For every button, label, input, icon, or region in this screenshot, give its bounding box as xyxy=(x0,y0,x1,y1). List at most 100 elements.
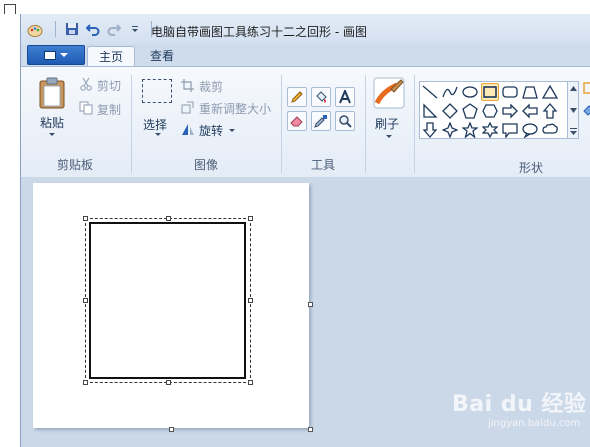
ribbon: 粘贴 剪切 复制 剪贴板 选择 裁剪 重新调整大小 旋转 图像 工具 刷子 形状 xyxy=(21,66,590,178)
diamond-shape[interactable] xyxy=(441,102,459,120)
brushes-button[interactable]: 刷子 xyxy=(369,75,409,149)
tools-group-label: 工具 xyxy=(310,158,335,172)
customize-qat-button[interactable] xyxy=(126,20,144,38)
outline-button[interactable] xyxy=(583,81,590,95)
tools-group: 工具 xyxy=(283,67,363,177)
right-triangle-icon xyxy=(423,103,438,118)
paste-button[interactable]: 粘贴 xyxy=(29,75,73,139)
cut-label: 剪切 xyxy=(97,79,122,93)
rectangle-shape[interactable] xyxy=(481,83,499,101)
file-menu-button[interactable] xyxy=(27,45,85,65)
scroll-up-icon[interactable] xyxy=(570,86,577,91)
resize-button[interactable]: 重新调整大小 xyxy=(181,99,277,117)
paint-app-icon[interactable] xyxy=(27,22,43,38)
selection-handle[interactable] xyxy=(166,380,171,385)
five-point-star-icon xyxy=(462,122,478,138)
eraser-tool-button[interactable] xyxy=(287,111,307,131)
magnifier-button[interactable] xyxy=(335,111,355,131)
polygon-shape[interactable] xyxy=(521,83,539,101)
up-arrow-shape[interactable] xyxy=(541,102,559,120)
right-arrow-icon xyxy=(502,103,518,119)
oval-callout-shape[interactable] xyxy=(521,121,539,139)
selection-handle[interactable] xyxy=(166,216,171,221)
select-icon xyxy=(142,79,172,103)
copy-icon xyxy=(79,101,93,115)
fill-tool-button[interactable] xyxy=(311,87,331,107)
four-point-star-icon xyxy=(442,122,458,138)
pencil-tool-button[interactable] xyxy=(287,87,307,107)
down-arrow-shape[interactable] xyxy=(421,121,439,139)
five-point-star-shape[interactable] xyxy=(461,121,479,139)
undo-icon xyxy=(86,24,100,36)
select-label: 选择 xyxy=(143,118,168,132)
left-arrow-shape[interactable] xyxy=(521,102,539,120)
canvas-resize-handle-right[interactable] xyxy=(308,302,313,307)
six-point-star-shape[interactable] xyxy=(481,121,499,139)
chevron-down-icon xyxy=(386,135,392,138)
left-arrow-icon xyxy=(522,103,538,119)
canvas-resize-handle-corner[interactable] xyxy=(308,427,313,432)
group-divider xyxy=(365,75,366,173)
copy-button[interactable]: 复制 xyxy=(79,99,127,117)
oval-callout-icon xyxy=(522,123,538,138)
rounded-rectangle-shape[interactable] xyxy=(501,83,519,101)
chevron-down-icon xyxy=(132,26,138,32)
down-arrow-icon xyxy=(422,122,438,138)
curve-shape[interactable] xyxy=(441,83,459,101)
brushes-label: 刷子 xyxy=(375,117,400,131)
tab-home[interactable]: 主页 xyxy=(87,46,135,67)
canvas-resize-handle-bottom[interactable] xyxy=(169,427,174,432)
drawing-canvas[interactable] xyxy=(33,183,309,428)
pencil-icon xyxy=(291,91,303,103)
color-picker-button[interactable] xyxy=(311,111,331,131)
six-point-star-icon xyxy=(482,122,498,138)
shapes-scrollbar[interactable] xyxy=(567,81,579,139)
cloud-callout-icon xyxy=(542,123,558,134)
copy-label: 复制 xyxy=(97,103,122,117)
tab-view[interactable]: 查看 xyxy=(139,46,185,66)
crop-button[interactable]: 裁剪 xyxy=(181,77,277,95)
selection-handle[interactable] xyxy=(83,298,88,303)
rect-callout-shape[interactable] xyxy=(501,121,519,139)
image-group-label: 图像 xyxy=(193,158,218,172)
right-arrow-shape[interactable] xyxy=(501,102,519,120)
more-shapes-icon[interactable] xyxy=(570,128,577,135)
redo-button[interactable] xyxy=(105,20,123,38)
fill-button[interactable] xyxy=(583,103,590,117)
rotate-icon xyxy=(182,124,194,135)
line-icon xyxy=(422,85,438,99)
oval-shape[interactable] xyxy=(461,83,479,101)
selection-handle[interactable] xyxy=(248,216,253,221)
line-shape[interactable] xyxy=(421,83,439,101)
scroll-down-icon[interactable] xyxy=(570,108,577,113)
hexagon-shape[interactable] xyxy=(481,102,499,120)
rotate-button[interactable]: 旋转 xyxy=(181,121,277,139)
select-button[interactable]: 选择 xyxy=(139,77,175,141)
right-triangle-shape[interactable] xyxy=(421,102,439,120)
pentagon-shape[interactable] xyxy=(461,102,479,120)
save-button[interactable] xyxy=(63,20,81,38)
text-tool-button[interactable] xyxy=(335,87,355,107)
selection-handle[interactable] xyxy=(248,380,253,385)
resize-label: 重新调整大小 xyxy=(199,102,272,116)
scissors-icon xyxy=(80,77,92,91)
fill-bucket-icon xyxy=(583,105,590,116)
cloud-callout-shape[interactable] xyxy=(541,121,559,139)
background-checkbox xyxy=(4,4,16,14)
brushes-group: 刷子 xyxy=(367,67,411,177)
fill-icon xyxy=(316,91,327,103)
rounded-rectangle-icon xyxy=(502,86,518,98)
save-icon xyxy=(66,23,78,35)
four-point-star-shape[interactable] xyxy=(441,121,459,139)
selection-handle[interactable] xyxy=(83,216,88,221)
redo-icon xyxy=(107,24,121,36)
triangle-shape[interactable] xyxy=(541,83,559,101)
hexagon-icon xyxy=(482,104,498,118)
selection-handle[interactable] xyxy=(83,380,88,385)
cut-button[interactable]: 剪切 xyxy=(79,75,127,93)
brush-icon xyxy=(373,77,405,109)
file-menu-icon xyxy=(44,50,56,60)
selection-handle[interactable] xyxy=(248,298,253,303)
undo-button[interactable] xyxy=(84,20,102,38)
oval-icon xyxy=(462,86,478,98)
